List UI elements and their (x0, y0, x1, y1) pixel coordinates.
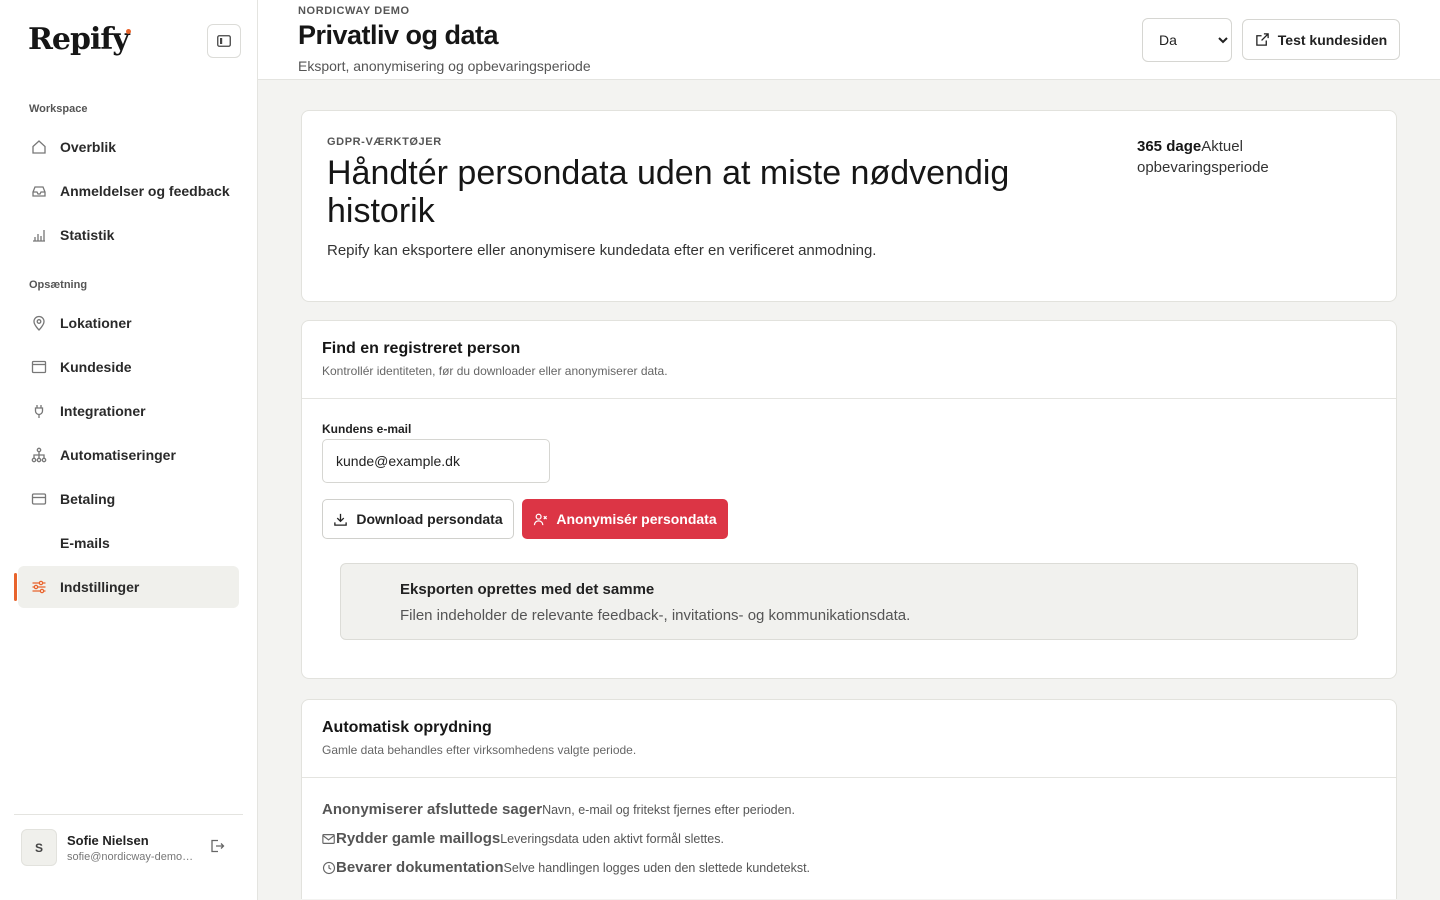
nav-item-automatiseringer[interactable]: Automatiseringer (18, 434, 239, 476)
section-label-setup: Opsætning (29, 279, 88, 291)
auto-cleanup-card: Automatisk oprydning Gamle data behandle… (301, 699, 1397, 899)
email-field-label: Kundens e-mail (322, 422, 412, 436)
card-header: Automatisk oprydning Gamle data behandle… (302, 700, 1396, 778)
language-select[interactable]: Da (1142, 18, 1232, 62)
page-title: Privatliv og data (298, 20, 499, 50)
page-eyebrow: NORDICWAY DEMO (298, 5, 410, 17)
logo[interactable]: Repify (28, 22, 131, 57)
user-email: sofie@nordicway-demo.dk (67, 851, 195, 863)
nav-label: Indstillinger (60, 579, 140, 595)
rule-title: Rydder gamle maillogs (336, 830, 501, 847)
nav-label: Statistik (60, 227, 115, 243)
retention-stat: 365 dageAktuel opbevaringsperiode (1137, 136, 1337, 178)
hero-title: Håndtér persondata uden at miste nødvend… (327, 154, 1010, 230)
nav-item-lokationer[interactable]: Lokationer (18, 302, 239, 344)
nav-item-kundeside[interactable]: Kundeside (18, 346, 239, 388)
nav-item-integrationer[interactable]: Integrationer (18, 390, 239, 432)
nav-label: E-mails (60, 535, 110, 551)
find-person-card: Find en registreret person Kontrollér id… (301, 320, 1397, 679)
plug-icon (34, 405, 44, 418)
gdpr-hero-card: GDPR-VÆRKTØJER Håndtér persondata uden a… (301, 110, 1397, 302)
browser-window-icon (31, 360, 47, 374)
card-subtitle: Gamle data behandles efter virksomhedens… (322, 743, 637, 757)
test-button-label: Test kundesiden (1277, 31, 1388, 48)
download-data-button[interactable]: Download persondata (322, 499, 514, 539)
card-header: Find en registreret person Kontrollér id… (302, 321, 1396, 399)
retention-value: 365 dage (1137, 138, 1202, 155)
cleanup-rule: Anonymiserer afsluttede sager Navn, e-ma… (322, 801, 795, 818)
card-subtitle: Kontrollér identiteten, før du downloade… (322, 364, 668, 378)
page-header: NORDICWAY DEMO Privatliv og data Eksport… (258, 0, 1440, 80)
sidebar: Repify Workspace Overblik Anmeldelser og… (0, 0, 258, 900)
hero-description: Repify kan eksportere eller anonymisere … (327, 242, 877, 259)
rule-title: Anonymiserer afsluttede sager (322, 801, 543, 818)
card-title: Find en registreret person (322, 340, 521, 357)
user-name: Sofie Nielsen (67, 833, 149, 848)
nav-label: Automatiseringer (60, 447, 176, 463)
sliders-icon (32, 580, 46, 594)
mail-icon (322, 833, 335, 844)
logo-dot (126, 29, 131, 34)
rule-title: Bevarer dokumentation (336, 859, 504, 876)
nav-label: Overblik (60, 139, 117, 155)
active-indicator (14, 573, 17, 601)
customer-email-field[interactable] (322, 439, 550, 483)
logout-icon (211, 839, 225, 853)
location-pin-icon (33, 315, 45, 331)
cleanup-rule: Bevarer dokumentation Selve handlingen l… (322, 859, 810, 876)
nav-item-statistik[interactable]: Statistik (18, 214, 239, 256)
nav-label: Kundeside (60, 359, 132, 375)
test-customer-page-button[interactable]: Test kundesiden (1242, 19, 1400, 60)
download-icon (334, 513, 348, 526)
nav-item-betaling[interactable]: Betaling (18, 478, 239, 520)
external-link-icon (1256, 33, 1269, 46)
notice-title: Eksporten oprettes med det samme (400, 581, 655, 598)
workflow-icon (31, 447, 47, 463)
inbox-icon (32, 186, 46, 197)
nav-label: Anmeldelser og feedback (60, 183, 230, 199)
rule-text: Leveringsdata uden aktivt formål slettes… (500, 832, 724, 846)
nav-item-anmeldelser[interactable]: Anmeldelser og feedback (18, 170, 239, 212)
cleanup-rule: Rydder gamle maillogs Leveringsdata uden… (322, 830, 724, 847)
rule-text: Selve handlingen logges uden den sletted… (503, 861, 811, 875)
nav-label: Integrationer (60, 403, 146, 419)
notice-text: Filen indeholder de relevante feedback-,… (400, 607, 911, 624)
card-title: Automatisk oprydning (322, 719, 492, 736)
export-notice: Eksporten oprettes med det samme Filen i… (340, 563, 1358, 640)
user-remove-icon (534, 513, 548, 525)
nav-label: Betaling (60, 491, 116, 507)
logout-button[interactable] (209, 838, 229, 858)
section-label-workspace: Workspace (29, 103, 88, 115)
anonymize-button-label: Anonymisér persondata (556, 511, 717, 527)
hero-eyebrow: GDPR-VÆRKTØJER (327, 136, 442, 148)
avatar[interactable]: S (21, 829, 57, 866)
anonymize-data-button[interactable]: Anonymisér persondata (522, 499, 728, 539)
credit-card-icon (31, 493, 47, 505)
sidebar-toggle-icon (217, 35, 231, 47)
page-subtitle: Eksport, anonymisering og opbevaringsper… (298, 58, 591, 74)
download-button-label: Download persondata (356, 511, 503, 527)
rule-text: Navn, e-mail og fritekst fjernes efter p… (542, 803, 795, 817)
clock-icon (322, 861, 336, 874)
nav-item-emails[interactable]: E-mails (18, 522, 239, 564)
nav-item-overblik[interactable]: Overblik (18, 126, 239, 168)
user-divider (14, 814, 243, 815)
logo-text: Repify (28, 22, 130, 57)
nav-item-indstillinger[interactable]: Indstillinger (18, 566, 239, 608)
home-icon (32, 140, 46, 154)
nav-label: Lokationer (60, 315, 132, 331)
bar-chart-icon (33, 230, 45, 242)
collapse-sidebar-button[interactable] (207, 24, 241, 58)
